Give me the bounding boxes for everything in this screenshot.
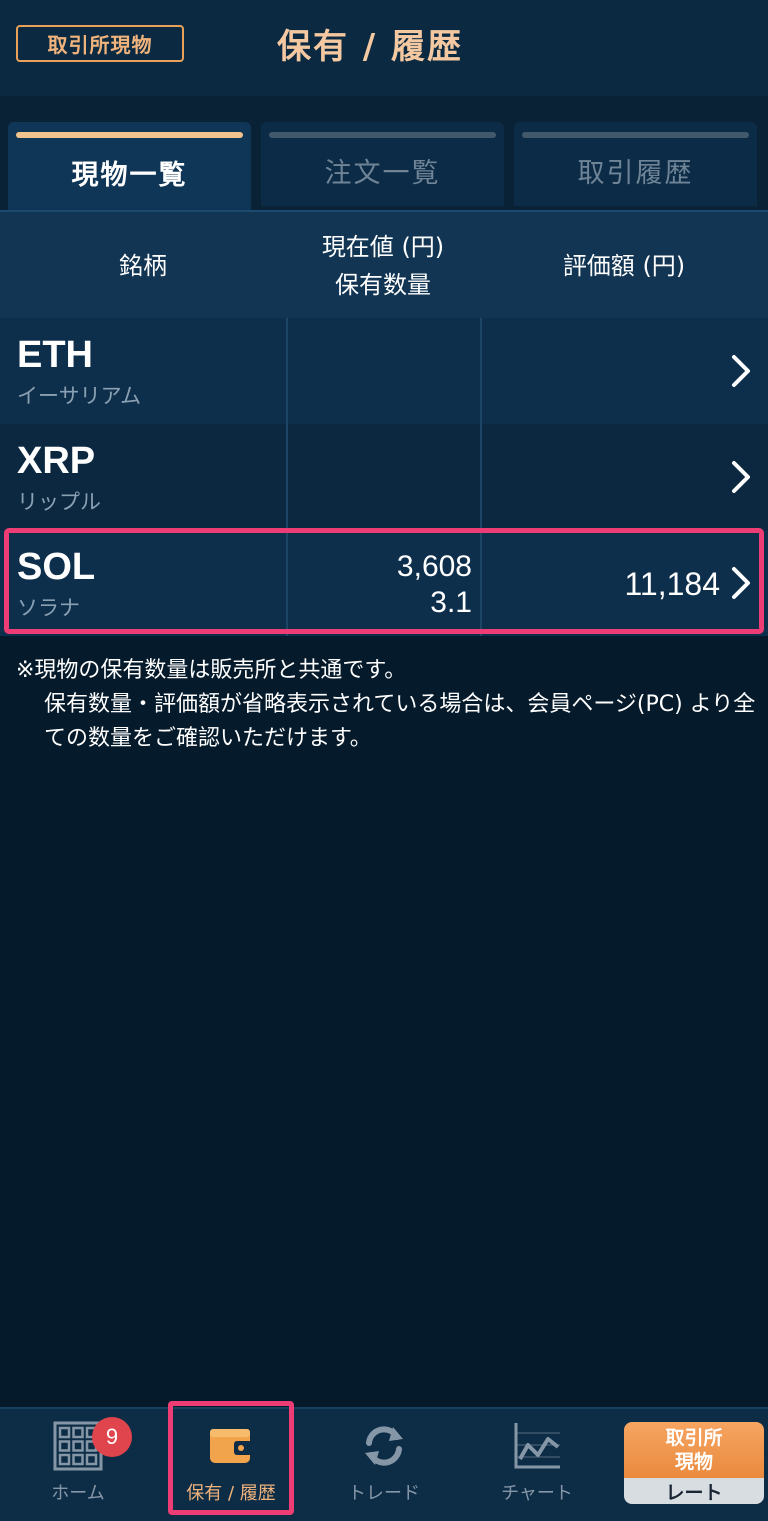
- chevron-right-icon: [732, 355, 750, 387]
- page-title: 保有 / 履歴: [276, 26, 464, 67]
- note-line-1: ※現物の保有数量は販売所と共通です。: [16, 658, 407, 683]
- refresh-arrows-icon: [365, 1426, 403, 1466]
- column-divider: [480, 424, 482, 530]
- holdings-note: ※現物の保有数量は販売所と共通です。 保有数量・評価額が省略表示されている場合は…: [16, 654, 756, 756]
- exchange-rate-button[interactable]: 取引所 現物 レート: [624, 1422, 764, 1504]
- column-valuation: 評価額 (円): [480, 212, 768, 320]
- column-price: 現在値 (円) 保有数量: [286, 212, 480, 320]
- tab-indicator: [269, 132, 496, 138]
- column-price-label: 現在値 (円): [321, 233, 445, 261]
- rate-button-top: 取引所 現物: [624, 1422, 764, 1478]
- column-symbol: 銘柄: [0, 212, 286, 320]
- nav-highlight-frame: [168, 1401, 294, 1515]
- notification-badge: 9: [92, 1417, 132, 1457]
- row-symbol: XRP: [17, 440, 96, 482]
- mode-badge[interactable]: 取引所現物: [16, 25, 184, 62]
- chevron-right-icon: [732, 461, 750, 493]
- column-qty-label: 保有数量: [335, 271, 431, 299]
- row-name: イーサリアム: [17, 384, 142, 408]
- column-divider: [286, 318, 288, 424]
- nav-home[interactable]: ホーム 9: [8, 1409, 148, 1521]
- rate-button-line-2: 現物: [674, 1451, 713, 1473]
- tab-indicator: [16, 132, 243, 138]
- tab-trade-history[interactable]: 取引履歴: [514, 122, 757, 206]
- nav-trade-label: トレード: [348, 1483, 420, 1504]
- rate-button-label: レート: [624, 1478, 764, 1504]
- tab-bar: 現物一覧 注文一覧 取引履歴: [0, 116, 768, 210]
- tab-indicator: [522, 132, 749, 138]
- table-row-xrp[interactable]: XRP リップル: [0, 424, 768, 530]
- header-spacer: [0, 96, 768, 116]
- row-highlight-frame: [4, 528, 764, 634]
- nav-home-label: ホーム: [51, 1483, 105, 1504]
- column-valuation-label: 評価額 (円): [562, 252, 686, 280]
- nav-trade[interactable]: トレード: [314, 1409, 454, 1521]
- column-symbol-label: 銘柄: [119, 252, 167, 280]
- tab-orders-list[interactable]: 注文一覧: [261, 122, 504, 206]
- table-row-eth[interactable]: ETH イーサリアム: [0, 318, 768, 424]
- tab-label: 取引履歴: [577, 157, 694, 189]
- tab-holdings-list[interactable]: 現物一覧: [8, 122, 251, 210]
- table-header: 銘柄 現在値 (円) 保有数量 評価額 (円): [0, 210, 768, 318]
- row-symbol: ETH: [17, 334, 93, 376]
- nav-chart-label: チャート: [501, 1483, 573, 1504]
- nav-chart[interactable]: チャート: [467, 1409, 607, 1521]
- column-divider: [286, 424, 288, 530]
- rate-button-line-1: 取引所: [665, 1427, 723, 1449]
- tab-label: 注文一覧: [324, 157, 441, 189]
- app-header: 取引所現物 保有 / 履歴: [0, 0, 768, 96]
- tab-label: 現物一覧: [71, 159, 188, 191]
- chart-icon: [514, 1423, 560, 1469]
- note-line-2: 保有数量・評価額が省略表示されている場合は、会員ページ(PC) より全ての数量を…: [44, 692, 756, 751]
- row-name: リップル: [17, 490, 101, 514]
- column-divider: [480, 318, 482, 424]
